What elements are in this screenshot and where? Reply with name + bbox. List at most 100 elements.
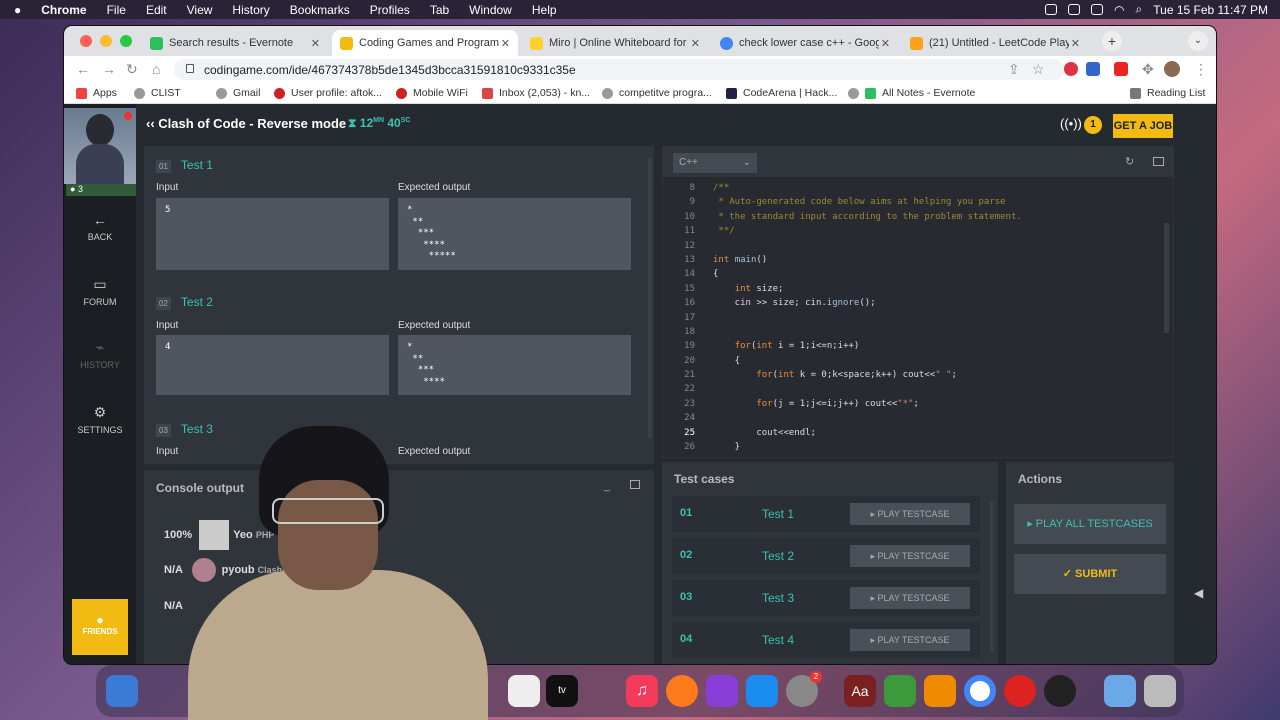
code-text[interactable]: {	[713, 354, 740, 368]
downloads-folder-icon[interactable]	[1104, 675, 1136, 707]
extension-icon[interactable]	[1064, 62, 1078, 76]
code-text[interactable]: cout<<endl;	[713, 426, 816, 440]
bookmark-item[interactable]: CLIST	[134, 87, 181, 99]
close-tab-icon[interactable]: ✕	[501, 37, 510, 50]
browser-tab[interactable]: Search results - Evernote ✕	[142, 30, 328, 56]
search-icon[interactable]: ⌕	[1136, 2, 1143, 17]
menu-history[interactable]: History	[232, 3, 269, 17]
bookmark-item[interactable]: Mobile WiFi	[396, 87, 468, 99]
home-icon[interactable]: ⌂	[152, 61, 160, 77]
code-line[interactable]: 18	[663, 325, 1173, 339]
firefox-icon[interactable]	[666, 675, 698, 707]
chrome-menu-icon[interactable]: ⋮	[1194, 61, 1208, 78]
testcase-row[interactable]: 02 Test 2 ▸ PLAY TESTCASE	[672, 538, 980, 574]
podcasts-icon[interactable]	[706, 675, 738, 707]
close-tab-icon[interactable]: ✕	[1071, 37, 1080, 50]
browser-tab[interactable]: (21) Untitled - LeetCode Playg ✕	[902, 30, 1088, 56]
menu-help[interactable]: Help	[532, 3, 557, 17]
apple-tv-icon[interactable]: tv	[546, 675, 578, 707]
close-tab-icon[interactable]: ✕	[691, 37, 700, 50]
trash-icon[interactable]	[1144, 675, 1176, 707]
address-bar[interactable]: codingame.com/ide/467374378b5de1345d3bcc…	[174, 59, 1064, 80]
friends-button[interactable]: ● FRIENDS	[72, 599, 128, 655]
code-editor[interactable]: C++ ⌄ ↻ 8/** 9 * Auto-generated code below…	[662, 146, 1174, 458]
browser-tab-active[interactable]: Coding Games and Programmi ✕	[332, 30, 518, 56]
nav-settings[interactable]: ⚙ SETTINGS	[64, 404, 136, 435]
play-testcase-button[interactable]: ▸ PLAY TESTCASE	[850, 587, 970, 609]
code-text[interactable]: for(int k = 0;k<space;k++) cout<<" ";	[713, 368, 957, 382]
reset-icon[interactable]: ↻	[1125, 155, 1134, 168]
play-testcase-button[interactable]: ▸ PLAY TESTCASE	[850, 545, 970, 567]
code-line[interactable]: 23 for(j = 1;j<=i;j++) cout<<"*";	[663, 397, 1173, 411]
bookmark-star-icon[interactable]: ☆	[1032, 61, 1045, 78]
scrollbar[interactable]	[990, 502, 994, 652]
user-avatar[interactable]	[64, 108, 136, 184]
code-line[interactable]: 11 **/	[663, 224, 1173, 238]
testcase-row[interactable]: 01 Test 1 ▸ PLAY TESTCASE	[672, 496, 980, 532]
bookmark-item[interactable]: competitve progra...	[602, 87, 712, 99]
menu-view[interactable]: View	[187, 3, 213, 17]
code-line[interactable]: 13 int main()	[663, 253, 1173, 267]
profile-avatar[interactable]	[1164, 61, 1180, 77]
maximize-icon[interactable]	[630, 480, 640, 489]
code-text[interactable]: for(int i = 1;i<=n;i++)	[713, 339, 860, 353]
zoom-window-button[interactable]	[120, 35, 132, 47]
reading-list[interactable]: Reading List	[1130, 87, 1205, 99]
menu-file[interactable]: File	[107, 3, 126, 17]
testcase-row[interactable]: 04 Test 4 ▸ PLAY TESTCASE	[672, 622, 980, 658]
app-store-icon[interactable]	[746, 675, 778, 707]
back-icon[interactable]: ←	[76, 61, 90, 77]
code-line[interactable]: 25 cout<<endl;	[663, 426, 1173, 440]
code-text[interactable]: for(j = 1;j<=i;j++) cout<<"*";	[713, 397, 919, 411]
code-line[interactable]: 9 * Auto-generated code below aims at he…	[663, 195, 1173, 209]
language-select[interactable]: C++ ⌄	[673, 153, 757, 173]
apple-menu-icon[interactable]: ●	[14, 3, 21, 17]
nav-history[interactable]: ⌁ HISTORY	[64, 339, 136, 370]
notification-badge[interactable]: 1	[1084, 116, 1102, 134]
wifi-icon[interactable]: ◠	[1114, 3, 1124, 17]
menu-edit[interactable]: Edit	[146, 3, 167, 17]
minimize-icon[interactable]: _	[604, 480, 610, 492]
scrollbar[interactable]	[648, 158, 652, 438]
bookmark-item[interactable]: User profile: aftok...	[274, 87, 382, 99]
obs-icon[interactable]	[1044, 675, 1076, 707]
code-line[interactable]: 24	[663, 411, 1173, 425]
get-a-job-button[interactable]: GET A JOB	[1113, 114, 1173, 138]
code-line[interactable]: 21 for(int k = 0;k<space;k++) cout<<" ";	[663, 368, 1173, 382]
play-testcase-button[interactable]: ▸ PLAY TESTCASE	[850, 629, 970, 651]
close-tab-icon[interactable]: ✕	[311, 37, 320, 50]
code-line[interactable]: 16 cin >> size; cin.ignore();	[663, 296, 1173, 310]
code-line[interactable]: 10 * the standard input according to the…	[663, 210, 1173, 224]
code-lines[interactable]: 8/** 9 * Auto-generated code below aims a…	[663, 181, 1173, 454]
finder-icon[interactable]	[106, 675, 138, 707]
menu-tab[interactable]: Tab	[430, 3, 449, 17]
extension-icon[interactable]	[1086, 62, 1100, 76]
play-testcase-button[interactable]: ▸ PLAY TESTCASE	[850, 503, 970, 525]
code-line[interactable]: 15 int size;	[663, 282, 1173, 296]
code-text[interactable]: /**	[713, 181, 729, 195]
status-icon[interactable]	[1045, 4, 1058, 15]
scrollbar[interactable]	[1164, 223, 1169, 333]
collapse-arrow-icon[interactable]: ◀	[1194, 586, 1203, 600]
menu-window[interactable]: Window	[469, 3, 512, 17]
forward-icon[interactable]: →	[102, 61, 116, 77]
menu-profiles[interactable]: Profiles	[370, 3, 410, 17]
utorrent-icon[interactable]	[884, 675, 916, 707]
browser-tab[interactable]: Miro | Online Whiteboard for Vi ✕	[522, 30, 708, 56]
reload-icon[interactable]: ↻	[126, 61, 138, 78]
code-text[interactable]: cin >> size; cin.ignore();	[713, 296, 876, 310]
bookmark-item[interactable]: Gmail	[216, 87, 260, 99]
fullscreen-icon[interactable]	[1153, 157, 1164, 166]
code-text[interactable]: * the standard input according to the pr…	[713, 210, 1021, 224]
nav-back[interactable]: ← BACK	[64, 212, 136, 242]
code-line[interactable]: 12	[663, 239, 1173, 253]
new-tab-button[interactable]: +	[1102, 31, 1122, 51]
code-line[interactable]: 17	[663, 311, 1173, 325]
code-text[interactable]: * Auto-generated code below aims at help…	[713, 195, 1005, 209]
battery-icon[interactable]	[1091, 4, 1104, 15]
testcase-row[interactable]: 03 Test 3 ▸ PLAY TESTCASE	[672, 580, 980, 616]
vlc-icon[interactable]	[924, 675, 956, 707]
code-text[interactable]: **/	[713, 224, 734, 238]
code-line[interactable]: 26 }	[663, 440, 1173, 454]
chrome-icon[interactable]	[964, 675, 996, 707]
